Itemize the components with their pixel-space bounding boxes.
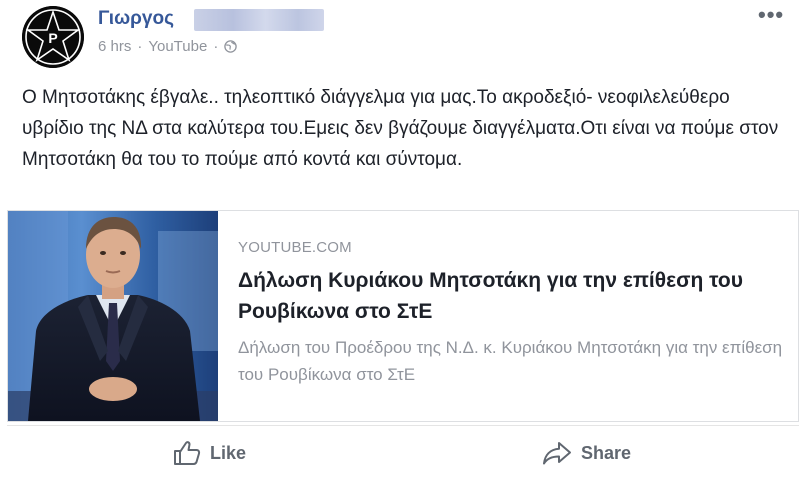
- star-logo-icon: P: [22, 6, 84, 68]
- link-info[interactable]: YOUTUBE.COM Δήλωση Κυριάκου Μητσοτάκη γι…: [238, 239, 788, 388]
- meta-separator: ·: [137, 38, 143, 55]
- facebook-post: P Γιωργος 6 hrs · YouTube · ••• Ο Μητσοτ…: [0, 0, 805, 500]
- globe-icon[interactable]: [224, 40, 238, 53]
- link-domain: YOUTUBE.COM: [238, 239, 352, 256]
- post-source[interactable]: YouTube: [148, 38, 207, 55]
- video-thumbnail[interactable]: [8, 211, 218, 421]
- post-time[interactable]: 6 hrs: [98, 38, 131, 55]
- post-meta: 6 hrs · YouTube ·: [98, 38, 238, 55]
- action-bar: Like Share: [7, 425, 799, 485]
- avatar[interactable]: P: [22, 6, 84, 68]
- blurred-surname: [194, 9, 324, 31]
- post-text: Ο Μητσοτάκης έβγαλε.. τηλεοπτικό διάγγελ…: [22, 87, 779, 170]
- author-name[interactable]: Γιωργος: [98, 8, 174, 30]
- meta-separator: ·: [213, 38, 219, 55]
- share-button[interactable]: Share: [542, 440, 631, 466]
- link-title[interactable]: Δήλωση Κυριάκου Μητσοτάκη για την επίθεσ…: [238, 265, 788, 327]
- link-preview-card[interactable]: YOUTUBE.COM Δήλωση Κυριάκου Μητσοτάκη γι…: [7, 210, 799, 422]
- share-arrow-icon: [543, 442, 571, 465]
- more-options-icon[interactable]: •••: [758, 4, 784, 26]
- svg-text:P: P: [48, 30, 57, 46]
- thumbs-up-icon: [174, 441, 201, 465]
- like-label: Like: [210, 442, 247, 463]
- like-button[interactable]: Like: [173, 440, 246, 466]
- link-description: Δήλωση του Προέδρου της Ν.Δ. κ. Κυριάκου…: [238, 338, 783, 384]
- share-label: Share: [581, 442, 632, 463]
